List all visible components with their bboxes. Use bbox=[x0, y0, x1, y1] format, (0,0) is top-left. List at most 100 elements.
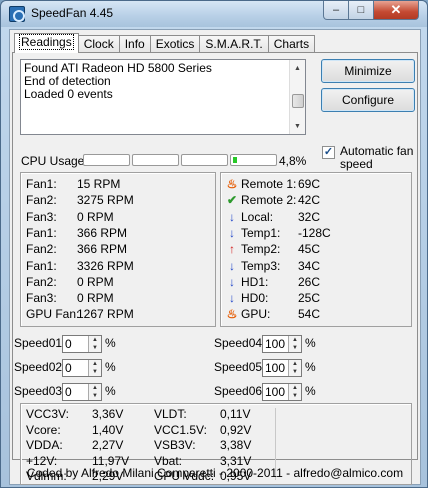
temperature-value: 54C bbox=[298, 307, 321, 322]
tab-charts[interactable]: Charts bbox=[267, 35, 316, 53]
tab-exotics[interactable]: Exotics bbox=[149, 35, 201, 53]
voltage-reading: VCC1.5V: 0,92V bbox=[154, 423, 272, 439]
fan-value: 0 RPM bbox=[77, 209, 114, 224]
temperature-label: Temp3: bbox=[241, 258, 281, 273]
configure-button[interactable]: Configure bbox=[321, 88, 415, 112]
temperature-label: Temp2: bbox=[241, 242, 281, 257]
speed-label: Speed02: bbox=[14, 360, 66, 374]
down-arrow-icon: ↓ bbox=[229, 291, 235, 306]
temperature-value: 42C bbox=[298, 193, 321, 208]
spinner-arrows[interactable]: ▲ ▼ bbox=[288, 384, 301, 400]
speed-value[interactable]: 0 bbox=[65, 385, 72, 399]
percent-sign: % bbox=[305, 360, 316, 374]
temperatures-group: ♨ Remote 1: 69C ✔ Remote 2: 42C ↓ Local: 32C ↓ Tem… bbox=[220, 172, 412, 327]
temperature-value: 69C bbox=[298, 177, 321, 191]
fan-label: Fan1: bbox=[26, 258, 57, 273]
speed-value[interactable]: 100 bbox=[265, 337, 285, 351]
fan-value: 15 RPM bbox=[77, 177, 121, 191]
log-scrollbar[interactable]: ▲ ▼ bbox=[289, 60, 305, 134]
spin-up-icon[interactable]: ▲ bbox=[289, 384, 301, 392]
voltage-value: 2,27V bbox=[92, 438, 124, 452]
fan-reading: Fan2: 0 RPM bbox=[26, 275, 212, 291]
cpu-usage-bar bbox=[83, 154, 130, 166]
automatic-fan-speed-checkbox[interactable]: ✓ bbox=[322, 146, 335, 159]
speed-spinner[interactable]: 100 ▲ ▼ bbox=[262, 383, 302, 401]
title-bar[interactable]: SpeedFan 4.45 – □ ✕ bbox=[1, 1, 427, 27]
maximize-window-button[interactable]: □ bbox=[348, 1, 374, 20]
voltage-label: VCC1.5V: bbox=[154, 422, 207, 437]
temperature-value: 45C bbox=[298, 242, 321, 257]
readings-panel: Found ATI Radeon HD 5800 Series End of d… bbox=[12, 52, 418, 485]
speed-value[interactable]: 100 bbox=[265, 361, 285, 375]
temperature-label: Temp1: bbox=[241, 225, 281, 240]
speed-spinner[interactable]: 100 ▲ ▼ bbox=[262, 359, 302, 377]
speed-value[interactable]: 100 bbox=[265, 385, 285, 399]
spinner-arrows[interactable]: ▲ ▼ bbox=[88, 336, 101, 352]
flame-icon: ♨ bbox=[226, 307, 238, 322]
fan-reading: GPU Fan: 1267 RPM bbox=[26, 307, 212, 323]
speed-label: Speed05: bbox=[214, 360, 266, 374]
minimize-button[interactable]: Minimize bbox=[321, 59, 415, 83]
spin-up-icon[interactable]: ▲ bbox=[89, 360, 101, 368]
speed-spinner[interactable]: 0 ▲ ▼ bbox=[62, 383, 102, 401]
speed-value[interactable]: 0 bbox=[65, 361, 72, 375]
spin-down-icon[interactable]: ▼ bbox=[89, 344, 101, 352]
close-window-button[interactable]: ✕ bbox=[373, 1, 419, 20]
spin-down-icon[interactable]: ▼ bbox=[89, 392, 101, 400]
scroll-down-icon[interactable]: ▼ bbox=[290, 118, 305, 134]
temperature-label: HD0: bbox=[241, 291, 269, 306]
tab-readings[interactable]: Readings bbox=[14, 33, 79, 53]
spin-up-icon[interactable]: ▲ bbox=[89, 336, 101, 344]
spin-down-icon[interactable]: ▼ bbox=[89, 368, 101, 376]
app-window: SpeedFan 4.45 – □ ✕ Readings Clock Info … bbox=[0, 0, 428, 488]
fan-value: 366 RPM bbox=[77, 242, 128, 257]
temperature-value: 25C bbox=[298, 291, 321, 306]
speed-spinner[interactable]: 0 ▲ ▼ bbox=[62, 335, 102, 353]
spin-down-icon[interactable]: ▼ bbox=[289, 344, 301, 352]
flame-icon: ♨ bbox=[226, 177, 238, 191]
fan-label: Fan3: bbox=[26, 291, 57, 306]
speed-label: Speed04: bbox=[214, 336, 266, 350]
tab-smart[interactable]: S.M.A.R.T. bbox=[199, 35, 269, 53]
spinner-arrows[interactable]: ▲ ▼ bbox=[88, 360, 101, 376]
temperature-value: 34C bbox=[298, 258, 321, 273]
fan-label: Fan2: bbox=[26, 274, 57, 289]
speed-spinner[interactable]: 0 ▲ ▼ bbox=[62, 359, 102, 377]
temperature-label: Remote 2: bbox=[241, 193, 297, 208]
spinner-arrows[interactable]: ▲ ▼ bbox=[288, 360, 301, 376]
spin-down-icon[interactable]: ▼ bbox=[289, 368, 301, 376]
temperature-reading: ↓ Local: 32C bbox=[226, 210, 408, 226]
spinner-arrows[interactable]: ▲ ▼ bbox=[288, 336, 301, 352]
tab-info[interactable]: Info bbox=[118, 35, 151, 53]
speedfan-app-icon[interactable] bbox=[9, 6, 25, 22]
spin-down-icon[interactable]: ▼ bbox=[289, 392, 301, 400]
fan-label: Fan1: bbox=[26, 225, 57, 240]
speed-spinner[interactable]: 100 ▲ ▼ bbox=[262, 335, 302, 353]
scroll-thumb[interactable] bbox=[292, 94, 304, 108]
spin-up-icon[interactable]: ▲ bbox=[89, 384, 101, 392]
fan-value: 1267 RPM bbox=[77, 307, 134, 322]
spin-up-icon[interactable]: ▲ bbox=[289, 360, 301, 368]
percent-sign: % bbox=[105, 360, 116, 374]
temperature-reading: ✔ Remote 2: 42C bbox=[226, 193, 408, 209]
voltage-label: VLDT: bbox=[154, 407, 187, 421]
fan-reading: Fan3: 0 RPM bbox=[26, 291, 212, 307]
scroll-up-icon[interactable]: ▲ bbox=[290, 60, 305, 76]
automatic-fan-speed-option[interactable]: ✓ Automatic fan speed bbox=[322, 145, 416, 171]
event-log[interactable]: Found ATI Radeon HD 5800 Series End of d… bbox=[20, 59, 306, 135]
voltage-label: VSB3V: bbox=[154, 438, 196, 452]
down-arrow-icon: ↓ bbox=[229, 209, 235, 224]
temperature-reading: ↓ Temp3: 34C bbox=[226, 259, 408, 275]
fan-reading: Fan2: 3275 RPM bbox=[26, 193, 212, 209]
minimize-window-button[interactable]: – bbox=[323, 1, 349, 20]
credits-footer: Coded by Alfredo Milani Comparetti - 200… bbox=[26, 466, 404, 480]
tab-clock[interactable]: Clock bbox=[77, 35, 120, 53]
voltage-value: 0,92V bbox=[220, 422, 252, 437]
fan-reading: Fan1: 3326 RPM bbox=[26, 259, 212, 275]
cpu-usage-bar bbox=[230, 154, 277, 166]
spin-up-icon[interactable]: ▲ bbox=[289, 336, 301, 344]
temperature-value: 26C bbox=[298, 274, 321, 289]
speed-value[interactable]: 0 bbox=[65, 337, 72, 351]
spinner-arrows[interactable]: ▲ ▼ bbox=[88, 384, 101, 400]
fan-label: Fan3: bbox=[26, 209, 57, 224]
